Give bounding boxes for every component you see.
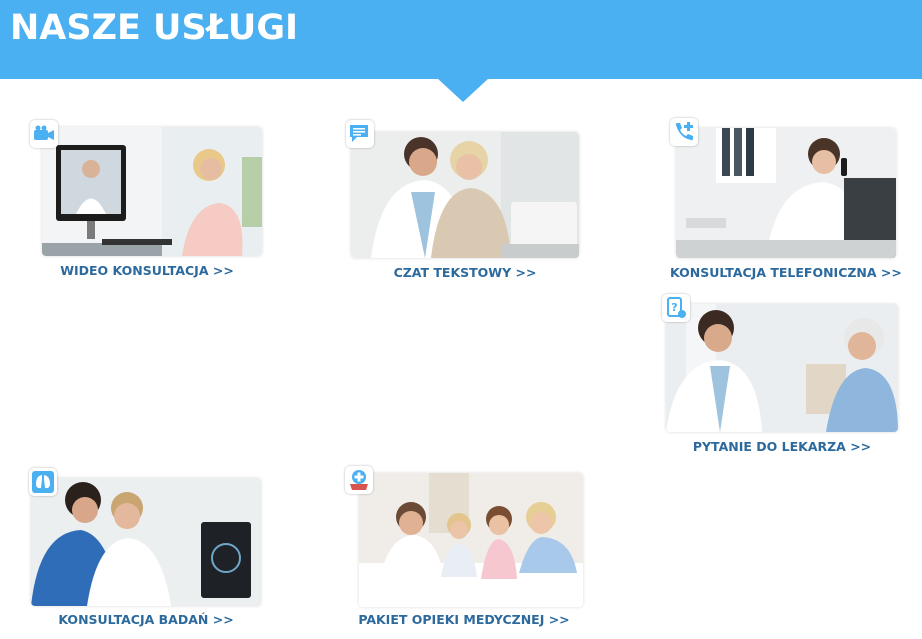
header-pointer [437,78,489,102]
phone-plus-icon [675,122,693,141]
text-chat-image [351,132,579,258]
section-title: NASZE USŁUGI [10,8,299,48]
video-camera-badge [30,120,58,148]
medical-package-image [359,473,583,607]
test-consultation-image [31,478,261,606]
section-header: NASZE USŁUGI [0,0,922,79]
service-card-phone-consultation[interactable]: KONSULTACJA TELEFONICZNA >> [668,118,902,284]
test-consultation-link[interactable]: KONSULTACJA BADAŃ >> [31,612,261,627]
medical-package-icon [350,470,368,490]
service-card-medical-package[interactable]: PAKIET OPIEKI MEDYCZNEJ >> [343,464,588,632]
phone-consultation-link[interactable]: KONSULTACJA TELEFONICZNA >> [670,265,902,280]
chat-bubble-badge [346,120,374,148]
lungs-icon [32,471,54,493]
question-tablet-badge: ? [662,294,690,322]
lungs-badge [29,468,57,496]
service-card-doctor-question[interactable]: ? PYTANIE DO LEKARZA >> [660,292,900,458]
doctor-question-link[interactable]: PYTANIE DO LEKARZA >> [666,439,898,454]
question-tablet-icon: ? [667,297,686,318]
service-card-video-consultation[interactable]: WIDEO KONSULTACJA >> [28,120,268,282]
service-card-text-chat[interactable]: CZAT TEKSTOWY >> [343,120,583,282]
video-consultation-image [42,127,262,256]
video-camera-icon [34,125,54,140]
medical-package-link[interactable]: PAKIET OPIEKI MEDYCZNEJ >> [349,612,579,627]
service-card-test-consultation[interactable]: KONSULTACJA BADAŃ >> [26,466,266,632]
video-consultation-link[interactable]: WIDEO KONSULTACJA >> [42,263,252,278]
svg-text:?: ? [671,301,677,314]
text-chat-link[interactable]: CZAT TEKSTOWY >> [351,265,579,280]
phone-consultation-image [676,128,896,258]
phone-plus-badge [670,118,698,146]
chat-bubble-icon [350,125,368,142]
medical-package-badge [345,466,373,494]
doctor-question-image [666,304,898,432]
